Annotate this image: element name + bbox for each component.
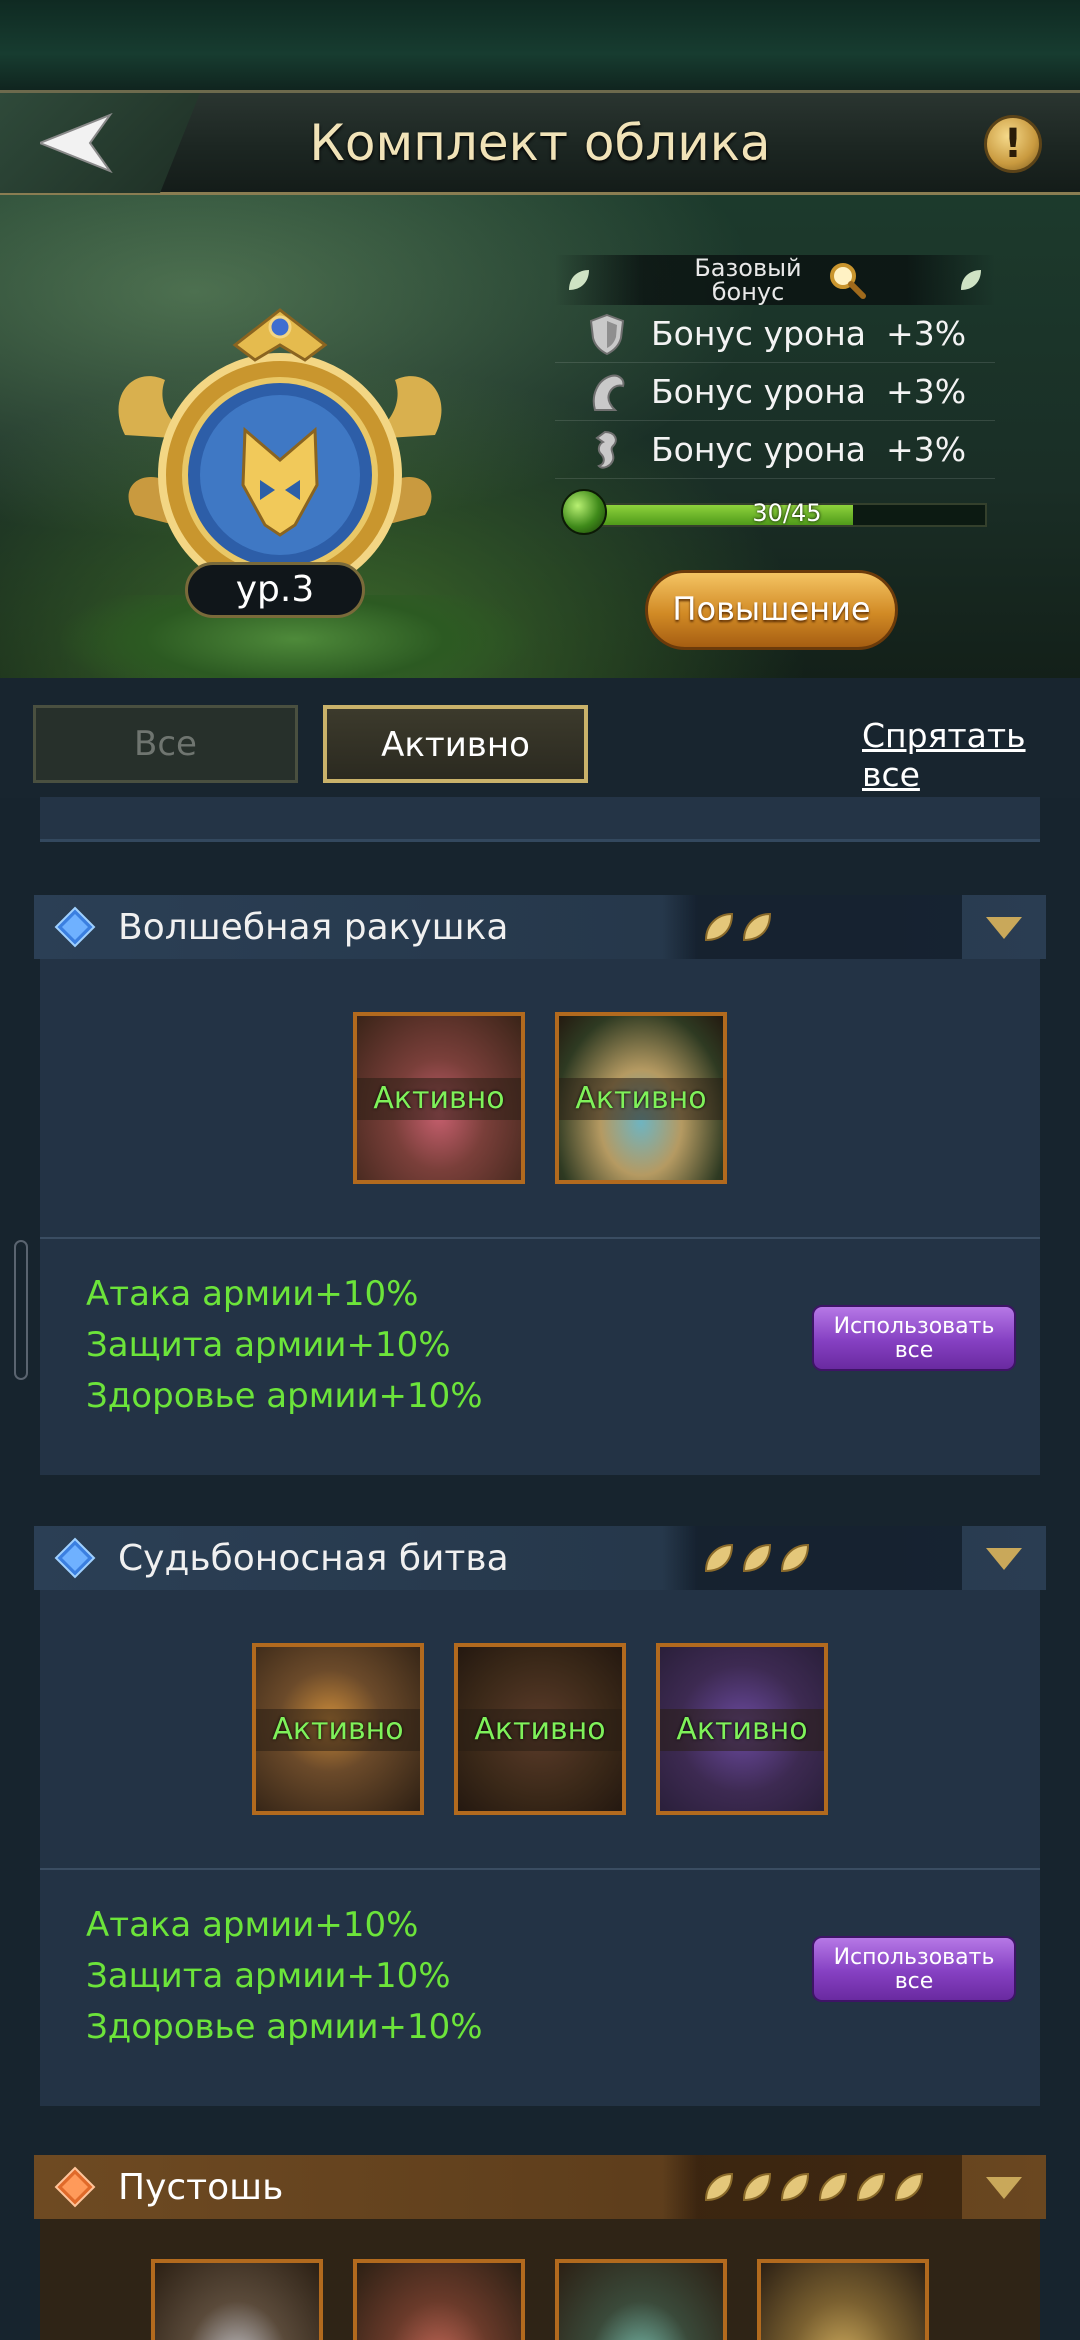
rarity-leaves [662,895,962,959]
item-tile[interactable] [555,2259,727,2340]
set-card: Судьбоносная битва Активно Активно Актив… [34,1526,1046,2106]
stat-line: Атака армии+10% [86,1274,419,1314]
set-header[interactable]: Волшебная ракушка [34,895,1046,959]
stat-line: Здоровье армии+10% [86,1376,483,1416]
scrollbar-thumb[interactable] [14,1240,28,1380]
item-status: Активно [660,1709,824,1751]
item-tile[interactable]: Активно [656,1643,828,1815]
golden-leaf-icon [856,2172,886,2202]
set-header[interactable]: Пустошь [34,2155,1046,2219]
hero-panel: ур.3 Базовый бонус Бонус урона +3% Бонус… [0,195,1080,678]
golden-leaf-icon [704,912,734,942]
bonus-label: Бонус урона [651,430,867,469]
set-name: Судьбоносная битва [118,1537,509,1579]
set-card: Волшебная ракушка Активно Активно Атака … [34,895,1046,1475]
page-title: Комплект облика [309,114,771,172]
blue-gem-icon [54,1537,96,1579]
level-badge: ур.3 [185,562,365,618]
set-body: Активно Активно Активно Атака армии+10% … [40,1590,1040,2106]
tab-all[interactable]: Все [33,705,298,783]
bonus-value: +3% [886,372,967,411]
filter-tabs: Все Активно Спрятать все [0,678,1080,798]
item-status: Активно [357,1078,521,1120]
golden-leaf-icon [742,2172,772,2202]
bonus-row: Бонус урона +3% [555,421,995,479]
set-name: Пустошь [118,2166,284,2208]
leaf-icon [961,270,981,290]
item-status: Активно [559,1078,723,1120]
upgrade-button[interactable]: Повышение [645,570,898,650]
stat-line: Защита армии+10% [86,1956,451,1996]
item-tile[interactable]: Активно [353,1012,525,1184]
set-header[interactable]: Судьбоносная битва [34,1526,1046,1590]
top-foliage-strip [0,0,1080,90]
shield-icon [589,313,625,355]
base-bonus-panel: Базовый бонус Бонус урона +3% Бонус урон… [555,255,995,535]
bonus-value: +3% [886,314,967,353]
stat-line: Атака армии+10% [86,1905,419,1945]
leaf-icon [569,270,589,290]
item-status: Активно [256,1709,420,1751]
stat-line: Здоровье армии+10% [86,2007,483,2047]
golden-leaf-icon [704,1543,734,1573]
golden-leaf-icon [780,1543,810,1573]
previous-card-edge [40,797,1040,842]
chevron-down-icon[interactable] [984,1546,1024,1572]
golden-leaf-icon [742,1543,772,1573]
golden-leaf-icon [742,912,772,942]
golden-leaf-icon [780,2172,810,2202]
tab-active[interactable]: Активно [323,705,588,783]
header-bar: Комплект облика ! [0,90,1080,195]
use-all-button[interactable]: Использовать все [812,1305,1016,1371]
set-card: Пустошь [34,2155,1046,2340]
rarity-leaves [662,2155,962,2219]
item-tile[interactable] [353,2259,525,2340]
base-bonus-header: Базовый бонус [555,255,995,305]
items-row: Активно Активно [40,959,1040,1239]
level-progress-bar: 30/45 [561,489,987,535]
seahorse-icon [595,430,617,469]
info-button[interactable]: ! [984,115,1042,173]
bonus-row: Бонус урона +3% [555,305,995,363]
stats-row: Атака армии+10% Защита армии+10% Здоровь… [40,1239,1040,1475]
bonus-row: Бонус урона +3% [555,363,995,421]
bonus-label: Бонус урона [651,372,867,411]
golden-leaf-icon [894,2172,924,2202]
chevron-down-icon[interactable] [984,2175,1024,2201]
items-row: Активно Активно Активно [40,1590,1040,1870]
progress-text: 30/45 [752,499,822,527]
item-tile[interactable]: Активно [555,1012,727,1184]
stat-line: Защита армии+10% [86,1325,451,1365]
golden-leaf-icon [704,2172,734,2202]
item-tile[interactable]: Активно [454,1643,626,1815]
blue-gem-icon [54,906,96,948]
set-name: Волшебная ракушка [118,906,509,948]
bonus-label: Бонус урона [651,314,867,353]
chevron-down-icon[interactable] [984,915,1024,941]
set-body [40,2219,1040,2340]
item-tile[interactable] [151,2259,323,2340]
base-bonus-title: Базовый бонус [694,254,802,306]
hide-all-link[interactable]: Спрятать все [862,716,1080,794]
stats-row: Атака армии+10% Защита армии+10% Здоровь… [40,1870,1040,2106]
bonus-value: +3% [886,430,967,469]
use-all-button[interactable]: Использовать все [812,1936,1016,2002]
orange-gem-icon [54,2166,96,2208]
set-stats: Атака армии+10% Защита армии+10% Здоровь… [86,1900,483,2053]
base-bonus-title-wrap: Базовый бонус [683,256,867,304]
golden-leaf-icon [818,2172,848,2202]
item-status: Активно [458,1709,622,1751]
rarity-leaves [662,1526,962,1590]
set-stats: Атака армии+10% Защита армии+10% Здоровь… [86,1269,483,1422]
item-tile[interactable] [757,2259,929,2340]
wolf-icon [592,374,625,411]
item-tile[interactable]: Активно [252,1643,424,1815]
magnifier-icon[interactable] [827,260,867,300]
set-body: Активно Активно Атака армии+10% Защита а… [40,959,1040,1475]
